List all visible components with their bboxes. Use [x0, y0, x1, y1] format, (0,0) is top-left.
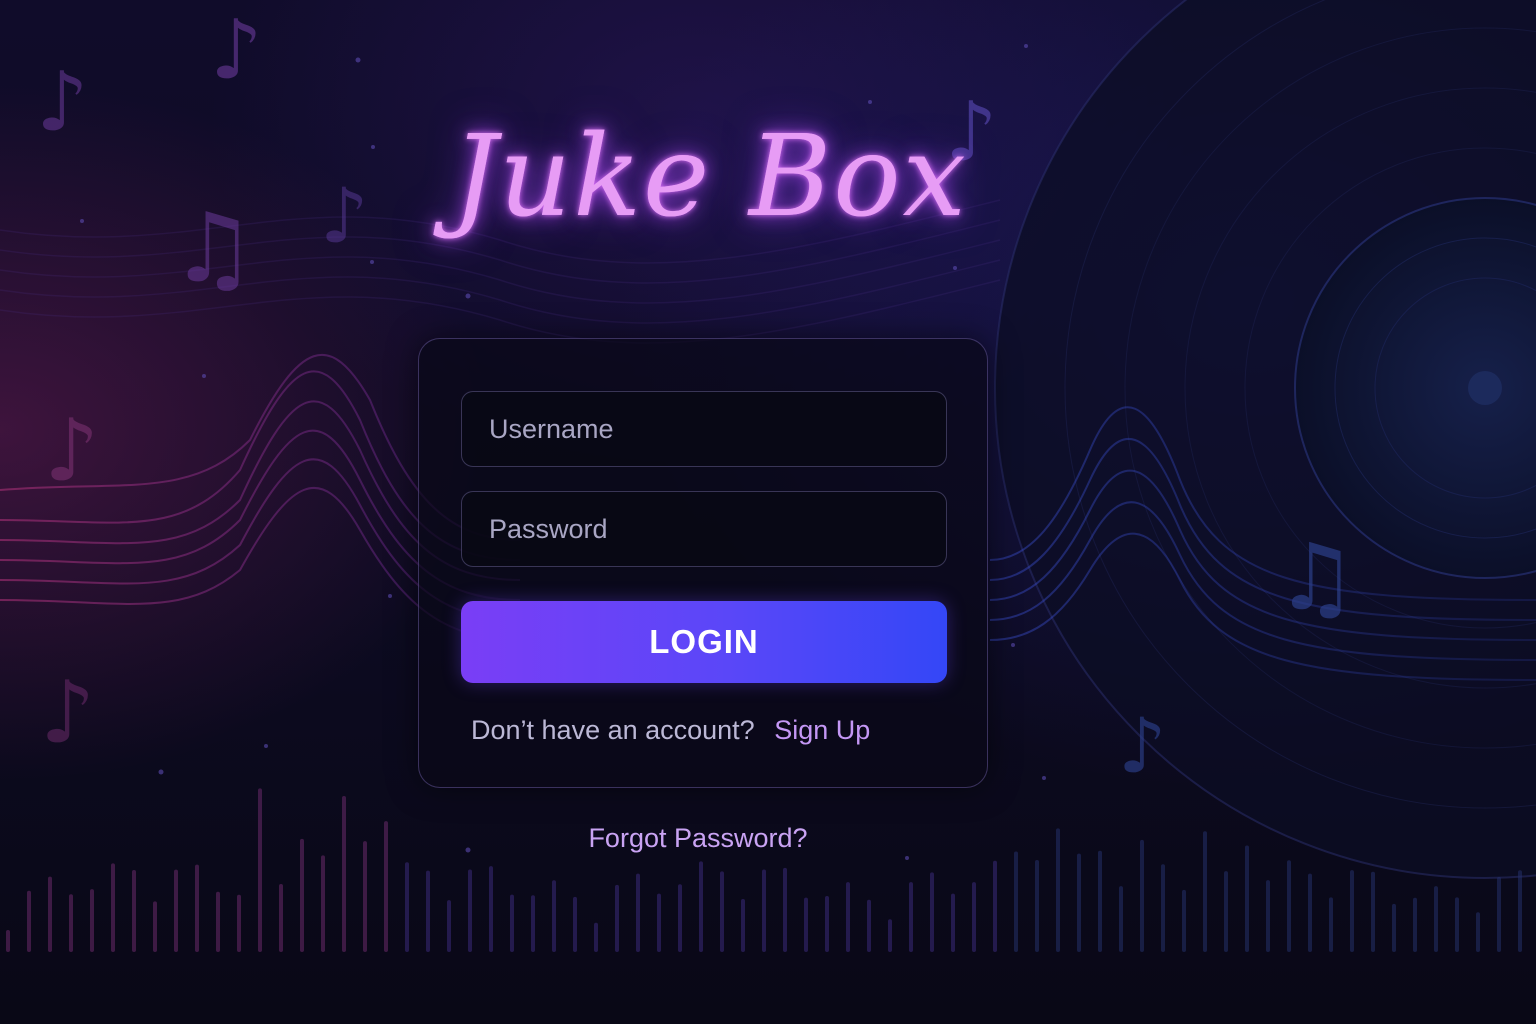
signup-link[interactable]: Sign Up [774, 715, 870, 745]
password-input[interactable] [462, 492, 946, 566]
username-input[interactable] [462, 392, 946, 466]
signup-prompt: Don’t have an account? [471, 715, 755, 745]
login-card: LOGIN Don’t have an account? Sign Up [418, 338, 988, 788]
music-note-icon: ♪ [40, 663, 95, 763]
music-note-icon: ♪ [210, 3, 263, 98]
music-note-icon: ♪ [1118, 701, 1167, 790]
login-button[interactable]: LOGIN [461, 601, 947, 683]
music-note-icon: ♪ [44, 401, 99, 501]
password-field [461, 491, 947, 567]
username-field [461, 391, 947, 467]
beamed-notes-icon: ♫ [1275, 524, 1358, 631]
forgot-password-link[interactable]: Forgot Password? [0, 823, 1396, 854]
login-screen: ♪ ♪ ♫ ♪ ♪ ♪ ♪ ♫ ♪ Juke Box LOGIN Don’t h… [0, 0, 1536, 1024]
signup-row: Don’t have an account? Sign Up [471, 715, 870, 746]
app-title: Juke Box [0, 112, 1420, 242]
